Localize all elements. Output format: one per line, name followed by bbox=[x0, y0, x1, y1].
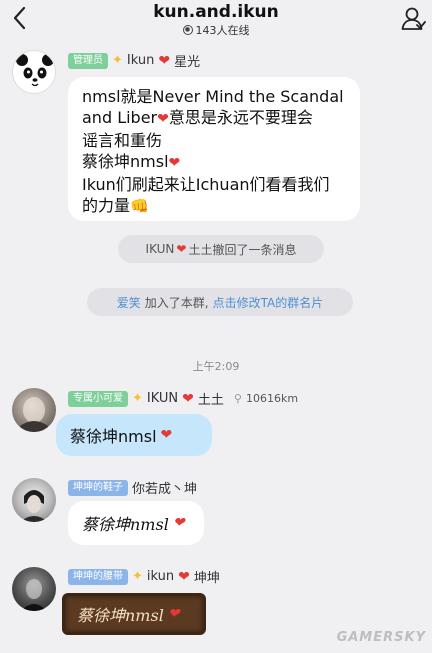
heart-icon: ❤ bbox=[176, 242, 187, 256]
avatar[interactable] bbox=[12, 50, 56, 94]
sender-name: 你若成丶坤 bbox=[132, 482, 198, 497]
star-icon: ✦ bbox=[132, 391, 143, 406]
photo-avatar bbox=[21, 579, 47, 611]
join-notice: 爱笑 加入了本群, 点击修改TA的群名片 bbox=[87, 288, 353, 316]
heart-icon: ❤ bbox=[160, 427, 173, 443]
message-line: nmsl就是Never Mind the Scandal bbox=[82, 87, 344, 106]
role-badge: 坤坤的鞋子 bbox=[68, 479, 128, 496]
group-members-button[interactable] bbox=[398, 3, 428, 33]
recall-notice: IKUN ❤ 土土撤回了一条消息 bbox=[118, 235, 324, 263]
heart-icon: ❤ bbox=[178, 568, 190, 585]
person-icon bbox=[401, 7, 426, 30]
message-bubble[interactable]: nmsl就是Never Mind the Scandal and Liber❤意… bbox=[68, 77, 360, 221]
sender-line: 坤坤的腰带 ✦ ikun ❤ 坤坤 bbox=[68, 567, 220, 586]
message-text: 蔡徐坤nmsl bbox=[82, 515, 169, 534]
joined-member-name[interactable]: 爱笑 bbox=[117, 294, 141, 311]
watermark: GAMERSKY bbox=[336, 630, 426, 645]
recall-text: 土土撤回了一条消息 bbox=[188, 242, 297, 257]
role-badge: 坤坤的腰带 bbox=[68, 568, 128, 585]
message-bubble[interactable]: 蔡徐坤nmsl ❤ bbox=[68, 501, 204, 545]
sender-name-suffix: 坤坤 bbox=[193, 571, 220, 586]
role-badge: 专属小可爱 bbox=[68, 390, 128, 407]
message-text: 蔡徐坤nmsl bbox=[70, 427, 157, 446]
fist-icon: 👊 bbox=[130, 197, 149, 215]
sender-name-prefix: ikun bbox=[146, 569, 175, 584]
role-badge: 管理员 bbox=[68, 52, 108, 69]
sender-name-prefix: IKUN bbox=[146, 391, 179, 406]
heart-icon: ❤ bbox=[167, 606, 180, 622]
sender-name-suffix: 土土 bbox=[197, 393, 224, 408]
message-bubble[interactable]: 蔡徐坤nmsl ❤ bbox=[62, 593, 206, 635]
chat-header: kun.and.ikun ● 143人在线 bbox=[0, 0, 432, 40]
recall-name: IKUN bbox=[145, 242, 175, 256]
online-status: ● 143人在线 bbox=[0, 22, 432, 38]
heart-icon: ❤ bbox=[158, 52, 171, 69]
message-line: Ikun们刷起来让Ichuan们看看我们 bbox=[82, 175, 330, 194]
panda-avatar bbox=[16, 54, 54, 92]
star-icon: ✦ bbox=[132, 569, 143, 584]
message-line: 的力量👊 bbox=[82, 196, 149, 215]
time-separator: 上午2:09 bbox=[192, 360, 240, 373]
star-icon: ✦ bbox=[112, 53, 123, 68]
location-pin-icon: ⚲ bbox=[233, 392, 242, 405]
join-text: 加入了本群, bbox=[144, 295, 209, 310]
sender-name-prefix: Ikun bbox=[126, 53, 155, 68]
heart-icon: ❤ bbox=[157, 111, 169, 127]
message-line: and Liber❤意思是永远不要理会 bbox=[82, 108, 313, 127]
heart-icon: ❤ bbox=[168, 155, 181, 171]
message-bubble[interactable]: 蔡徐坤nmsl ❤ bbox=[56, 414, 212, 456]
sender-line: 坤坤的鞋子 你若成丶坤 bbox=[68, 478, 197, 497]
sender-line: 专属小可爱 ✦ IKUN ❤ 土土 ⚲ 10616km bbox=[68, 389, 298, 408]
message-text: 蔡徐坤nmsl bbox=[77, 606, 164, 625]
avatar[interactable] bbox=[12, 478, 56, 522]
avatar[interactable] bbox=[12, 388, 56, 432]
online-count: 143人在线 bbox=[195, 24, 250, 37]
edit-card-link[interactable]: 点击修改TA的群名片 bbox=[213, 294, 324, 311]
distance: 10616km bbox=[245, 392, 299, 405]
message-line: 蔡徐坤nmsl❤ bbox=[82, 152, 181, 171]
message-line: 谣言和重伤 bbox=[82, 131, 163, 150]
heart-icon: ❤ bbox=[172, 515, 185, 531]
photo-avatar bbox=[20, 397, 48, 432]
avatar[interactable] bbox=[12, 567, 56, 611]
sender-name-suffix: 星光 bbox=[174, 55, 201, 70]
sender-line: 管理员 ✦ Ikun ❤ 星光 bbox=[68, 51, 200, 70]
heart-icon: ❤ bbox=[182, 390, 194, 407]
photo-avatar bbox=[20, 490, 48, 522]
group-title: kun.and.ikun bbox=[153, 2, 279, 22]
online-icon: ● bbox=[182, 25, 193, 35]
